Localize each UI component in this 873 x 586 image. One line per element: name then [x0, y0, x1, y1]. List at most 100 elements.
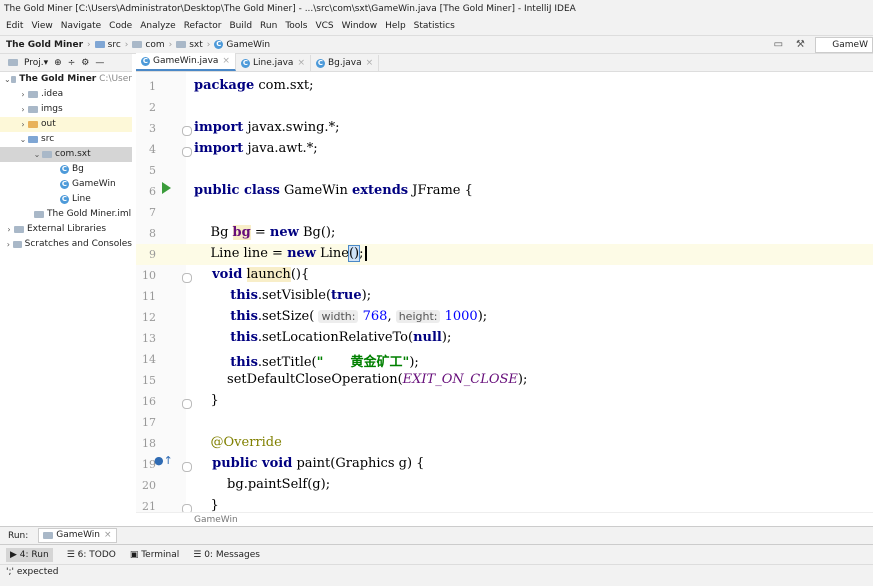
tree-item-bg[interactable]: C Bg	[0, 162, 132, 177]
keyword: public class	[194, 183, 280, 198]
keyword: extends	[351, 183, 409, 198]
close-icon[interactable]: ×	[366, 55, 374, 71]
menu-statistics[interactable]: Statistics	[414, 18, 455, 35]
tree-item-iml[interactable]: The Gold Miner.iml	[0, 207, 132, 222]
keyword: this	[194, 330, 258, 345]
tree-item-imgs[interactable]: › imgs	[0, 102, 132, 117]
expand-icon[interactable]: ⌄	[18, 132, 28, 147]
class-icon: C	[316, 58, 325, 68]
folder-icon	[28, 91, 38, 98]
keyword: true	[331, 288, 362, 303]
tab-bg-java[interactable]: C Bg.java ×	[311, 55, 380, 71]
code-text: Line line =	[194, 246, 288, 261]
line-number: 16	[142, 395, 156, 408]
menu-run[interactable]: Run	[260, 18, 277, 35]
navigation-bar: The Gold Miner › src › com › sxt › C GameWin …	[0, 35, 873, 54]
code-line-20: bg.paintSelf(g);	[194, 477, 331, 492]
tree-item-out[interactable]: › out	[0, 117, 132, 132]
status-bar: ';' expected	[0, 564, 873, 586]
close-icon[interactable]: ×	[104, 529, 112, 542]
collapse-icon[interactable]: ÷	[68, 58, 76, 68]
menu-edit[interactable]: Edit	[6, 18, 23, 35]
tab-gamewin-java[interactable]: C GameWin.java ×	[136, 53, 236, 71]
breadcrumb-gamewin[interactable]: C GameWin	[214, 40, 270, 50]
code-text: .setTitle(	[257, 355, 317, 370]
toolwindow-terminal[interactable]: ▣ Terminal	[130, 550, 179, 560]
menu-window[interactable]: Window	[342, 18, 378, 35]
tree-item-gamewin[interactable]: C GameWin	[0, 177, 132, 192]
line-number: 17	[142, 416, 156, 429]
expand-icon[interactable]: ›	[18, 87, 28, 102]
menu-vcs[interactable]: VCS	[315, 18, 333, 35]
menu-bar: Edit View Navigate Code Analyze Refactor…	[0, 18, 873, 35]
code-editor[interactable]: 1 2 3 4 5 6 7 8 9 10 11 12 13 14 15 16 1…	[136, 72, 873, 512]
fold-icon[interactable]	[182, 462, 192, 472]
menu-analyze[interactable]: Analyze	[140, 18, 175, 35]
expand-icon[interactable]: ›	[18, 117, 28, 132]
toolwindow-run[interactable]: ▶ 4: Run	[6, 547, 53, 562]
fold-icon[interactable]	[182, 504, 192, 512]
keyword: this	[194, 288, 258, 303]
toolwindow-label: 6: TODO	[77, 549, 116, 560]
project-view-select[interactable]: Proj.▾	[24, 58, 48, 68]
tree-item-label: External Libraries	[27, 224, 107, 234]
menu-refactor[interactable]: Refactor	[184, 18, 222, 35]
tree-item-com-sxt[interactable]: ⌄ com.sxt	[0, 147, 132, 162]
toolwindow-todo[interactable]: ☰ 6: TODO	[67, 550, 116, 560]
keyword: public void	[194, 456, 293, 471]
expand-icon[interactable]: ›	[4, 237, 13, 252]
tree-item-external-libraries[interactable]: › External Libraries	[0, 222, 132, 237]
messages-icon: ☰	[193, 549, 205, 560]
layout-icon[interactable]: ▭	[771, 39, 785, 51]
menu-help[interactable]: Help	[385, 18, 406, 35]
breadcrumb-label: com	[145, 39, 165, 50]
gear-icon[interactable]: ⚙	[81, 58, 89, 68]
tree-item-idea[interactable]: › .idea	[0, 87, 132, 102]
tab-label: GameWin.java	[153, 56, 219, 66]
breadcrumb-src[interactable]: src ›	[94, 40, 128, 50]
tree-item-src[interactable]: ⌄ src	[0, 132, 132, 147]
fold-icon[interactable]	[182, 126, 192, 136]
expand-icon[interactable]: ›	[18, 102, 28, 117]
folder-icon	[28, 106, 38, 113]
code-text: );	[361, 288, 372, 303]
run-tab-gamewin[interactable]: GameWin ×	[38, 528, 117, 543]
breadcrumb-com[interactable]: com ›	[132, 40, 172, 50]
tree-item-line[interactable]: C Line	[0, 192, 132, 207]
navbar-actions: ▭ ⚒ GameW	[771, 36, 873, 53]
breadcrumb-label: sxt	[189, 39, 203, 50]
expand-icon[interactable]: ⌄	[32, 147, 42, 162]
run-gutter-icon[interactable]	[162, 182, 171, 194]
constant: EXIT_ON_CLOSE	[402, 372, 518, 387]
fold-icon[interactable]	[182, 399, 192, 409]
build-hammer-icon[interactable]: ⚒	[793, 39, 807, 51]
tree-item-scratches[interactable]: › Scratches and Consoles	[0, 237, 132, 252]
expand-icon[interactable]: ›	[4, 222, 14, 237]
tree-item-project[interactable]: ⌄ The Gold Miner C:\User	[0, 72, 132, 87]
module-file-icon	[34, 211, 44, 218]
code-text: Bg	[194, 225, 233, 240]
breadcrumb-sxt[interactable]: sxt ›	[176, 40, 210, 50]
run-configuration-select[interactable]: GameW	[815, 36, 873, 53]
menu-tools[interactable]: Tools	[285, 18, 307, 35]
locate-icon[interactable]: ⊕	[54, 58, 62, 68]
tab-line-java[interactable]: C Line.java ×	[236, 55, 311, 71]
expand-icon[interactable]: ⌄	[4, 72, 11, 87]
menu-view[interactable]: View	[31, 18, 52, 35]
hide-icon[interactable]: —	[95, 58, 104, 68]
fold-icon[interactable]	[182, 273, 192, 283]
fold-icon[interactable]	[182, 147, 192, 157]
menu-build[interactable]: Build	[229, 18, 252, 35]
keyword: package	[194, 78, 255, 93]
toolwindow-messages[interactable]: ☰ 0: Messages	[193, 550, 260, 560]
breadcrumb-project[interactable]: The Gold Miner ›	[6, 40, 91, 50]
code-line-21: }	[194, 498, 219, 512]
code-line-3: import javax.swing.*;	[194, 120, 339, 135]
menu-navigate[interactable]: Navigate	[61, 18, 101, 35]
close-icon[interactable]: ×	[222, 53, 230, 69]
keyword: this	[194, 355, 258, 370]
close-icon[interactable]: ×	[297, 55, 305, 71]
editor-breadcrumb[interactable]: GameWin	[136, 512, 873, 526]
override-gutter-icon[interactable]: ●↑	[154, 454, 173, 467]
menu-code[interactable]: Code	[109, 18, 132, 35]
